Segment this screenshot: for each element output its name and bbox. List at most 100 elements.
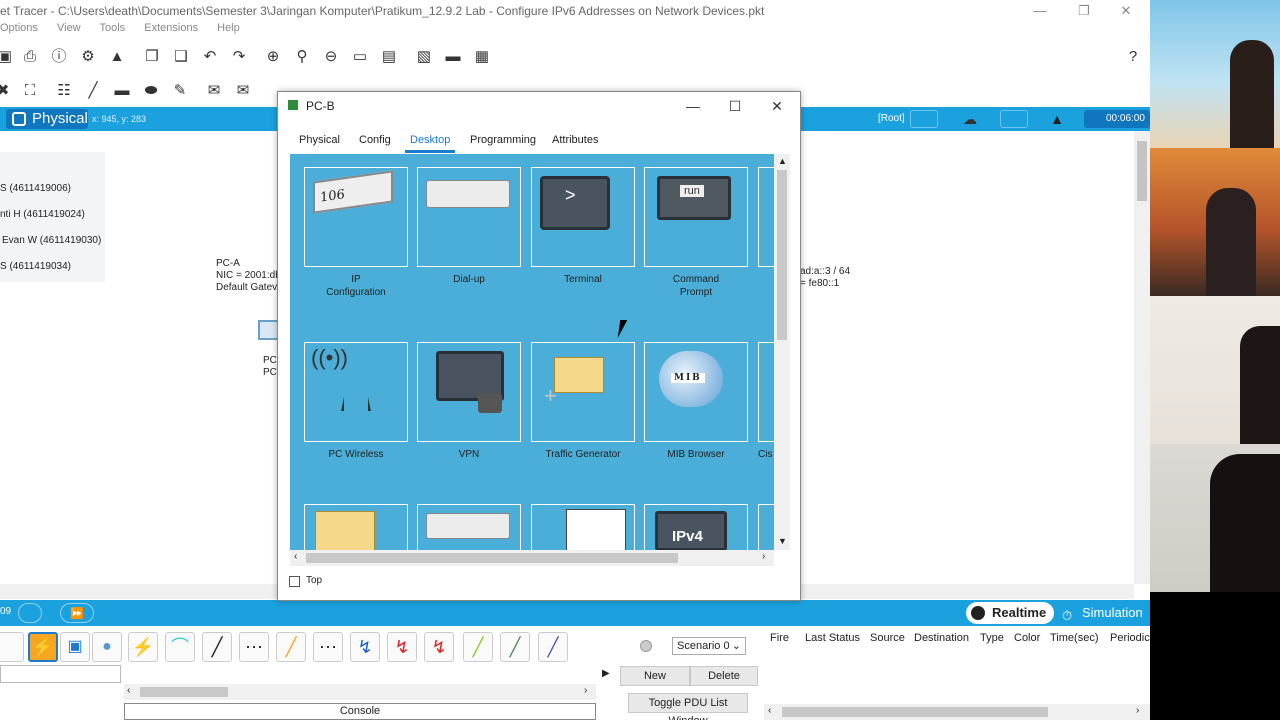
- auto-connection-icon[interactable]: ⚡: [128, 632, 158, 662]
- inspect-icon[interactable]: ⛶: [21, 82, 39, 100]
- vpn-tile[interactable]: [417, 342, 521, 442]
- draw-rectangle-icon[interactable]: ▬: [113, 82, 131, 100]
- command-prompt-tile[interactable]: run: [644, 167, 748, 267]
- col-last-status[interactable]: Last Status: [805, 632, 860, 644]
- mib-browser-tile[interactable]: MIB: [644, 342, 748, 442]
- console-cable-icon[interactable]: ⌒: [165, 632, 195, 662]
- scroll-down-icon[interactable]: ▼: [778, 536, 787, 546]
- device-panel-scrollbar[interactable]: ‹ ›: [124, 684, 596, 700]
- copper-straight-icon[interactable]: ╱: [202, 632, 232, 662]
- ip-configuration-tile[interactable]: 106: [304, 167, 408, 267]
- hscroll-right-icon[interactable]: ›: [762, 551, 765, 562]
- pdu-scroll-thumb[interactable]: [782, 707, 1048, 717]
- new-scenario-button[interactable]: New: [620, 666, 690, 686]
- octal-cable-icon[interactable]: ╱: [463, 632, 493, 662]
- phone-cable-icon[interactable]: ⋯: [313, 632, 343, 662]
- pppoe-tile[interactable]: [417, 504, 521, 550]
- hub-icon[interactable]: ▬: [444, 48, 462, 66]
- save-icon[interactable]: ▣: [0, 48, 14, 66]
- usb-cable-icon[interactable]: ╱: [538, 632, 568, 662]
- scroll-up-icon[interactable]: ▲: [778, 156, 787, 166]
- drawing-palette-icon[interactable]: ▭: [351, 48, 369, 66]
- col-fire[interactable]: Fire: [770, 632, 789, 644]
- copper-cross-icon[interactable]: ⋯: [239, 632, 269, 662]
- delete-scenario-button[interactable]: Delete: [690, 666, 758, 686]
- activity-wizard-icon[interactable]: ▲: [108, 48, 126, 66]
- dial-up-tile[interactable]: [417, 167, 521, 267]
- menu-view[interactable]: View: [57, 22, 81, 34]
- desktop-horizontal-scrollbar[interactable]: ‹ ›: [290, 550, 774, 566]
- tab-physical[interactable]: Physical: [299, 134, 340, 146]
- serial-dte-icon[interactable]: ↯: [424, 632, 454, 662]
- copy-icon[interactable]: ❐: [143, 48, 161, 66]
- freeform-icon[interactable]: ✎: [171, 82, 189, 100]
- workspace-vertical-scrollbar[interactable]: [1134, 131, 1150, 584]
- menu-options[interactable]: Options: [0, 22, 38, 34]
- dialog-minimize-icon[interactable]: —: [672, 92, 714, 120]
- add-complex-pdu-icon[interactable]: ✉: [234, 82, 252, 100]
- navigation-icon[interactable]: [1000, 110, 1028, 128]
- col-type[interactable]: Type: [980, 632, 1004, 644]
- help-icon[interactable]: ?: [1124, 48, 1142, 66]
- delete-icon[interactable]: ✖: [0, 82, 12, 100]
- traffic-generator-tile[interactable]: +: [531, 342, 635, 442]
- col-periodic[interactable]: Periodic: [1110, 632, 1150, 644]
- partial-tile-row1[interactable]: [758, 167, 774, 267]
- pc-wireless-tile[interactable]: ((•)): [304, 342, 408, 442]
- pdu-table-scrollbar[interactable]: ‹ ›: [764, 704, 1150, 720]
- menu-tools[interactable]: Tools: [100, 22, 126, 34]
- desktop-hscroll-thumb[interactable]: [306, 553, 678, 563]
- note-icon[interactable]: ☷: [55, 82, 73, 100]
- email-tile[interactable]: [304, 504, 408, 550]
- tab-programming[interactable]: Programming: [470, 134, 536, 146]
- col-destination[interactable]: Destination: [914, 632, 969, 644]
- print-icon[interactable]: ⎙: [21, 48, 39, 66]
- notes-icon[interactable]: ▧: [415, 48, 433, 66]
- restore-icon[interactable]: ❐: [1062, 0, 1106, 22]
- top-checkbox[interactable]: [289, 576, 300, 587]
- network-info-icon[interactable]: ⚙: [79, 48, 97, 66]
- scroll-left-icon[interactable]: ‹: [127, 685, 130, 696]
- paste-icon[interactable]: ❑: [172, 48, 190, 66]
- desktop-vscroll-thumb[interactable]: [777, 170, 787, 340]
- physical-mode-button[interactable]: Physical: [6, 109, 88, 129]
- menu-extensions[interactable]: Extensions: [144, 22, 198, 34]
- mountain-icon[interactable]: ▲: [1043, 110, 1071, 128]
- menu-help[interactable]: Help: [217, 22, 240, 34]
- device-search-field[interactable]: [0, 665, 121, 683]
- cisco-tile[interactable]: [758, 342, 774, 442]
- dialog-maximize-icon[interactable]: ☐: [714, 92, 756, 120]
- undo-icon[interactable]: ↶: [201, 48, 219, 66]
- end-devices-icon[interactable]: ▣: [60, 632, 90, 662]
- dialog-close-icon[interactable]: ✕: [756, 92, 798, 120]
- col-time[interactable]: Time(sec): [1050, 632, 1098, 644]
- zoom-reset-icon[interactable]: ⚲: [293, 48, 311, 66]
- fast-forward-icon[interactable]: ⏩: [60, 603, 94, 623]
- redo-icon[interactable]: ↷: [230, 48, 248, 66]
- power-cycle-icon[interactable]: [18, 603, 42, 623]
- custom-devices-icon[interactable]: ▤: [380, 48, 398, 66]
- back-icon[interactable]: [910, 110, 938, 128]
- partial-tile-row3[interactable]: [758, 504, 774, 550]
- hscroll-left-icon[interactable]: ‹: [294, 551, 297, 562]
- tab-desktop[interactable]: Desktop: [405, 134, 456, 153]
- wireless-devices-icon[interactable]: ●: [92, 632, 122, 662]
- pdu-scroll-left-icon[interactable]: ‹: [768, 705, 771, 716]
- pdu-scroll-right-icon[interactable]: ›: [1136, 705, 1139, 716]
- info-circle-icon[interactable]: [640, 640, 652, 652]
- dialog-title-bar[interactable]: PC-B — ☐ ✕: [278, 92, 800, 120]
- serial-dce-icon[interactable]: ↯: [387, 632, 417, 662]
- fiber-icon[interactable]: ╱: [276, 632, 306, 662]
- simulation-mode-button[interactable]: ⏱ Simulation: [1058, 602, 1150, 624]
- col-color[interactable]: Color: [1014, 632, 1040, 644]
- info-icon[interactable]: ⓘ: [50, 48, 68, 66]
- vscroll-thumb[interactable]: [1137, 141, 1147, 201]
- tab-config[interactable]: Config: [359, 134, 391, 146]
- desktop-vertical-scrollbar[interactable]: ▲ ▼: [774, 154, 790, 550]
- col-source[interactable]: Source: [870, 632, 905, 644]
- console-tab[interactable]: Console: [124, 703, 596, 720]
- zoom-out-icon[interactable]: ⊖: [322, 48, 340, 66]
- scenario-select[interactable]: Scenario 0 ⌄: [672, 637, 746, 655]
- minimize-icon[interactable]: —: [1018, 0, 1062, 22]
- toggle-pdu-list-button[interactable]: Toggle PDU List Window: [628, 693, 748, 720]
